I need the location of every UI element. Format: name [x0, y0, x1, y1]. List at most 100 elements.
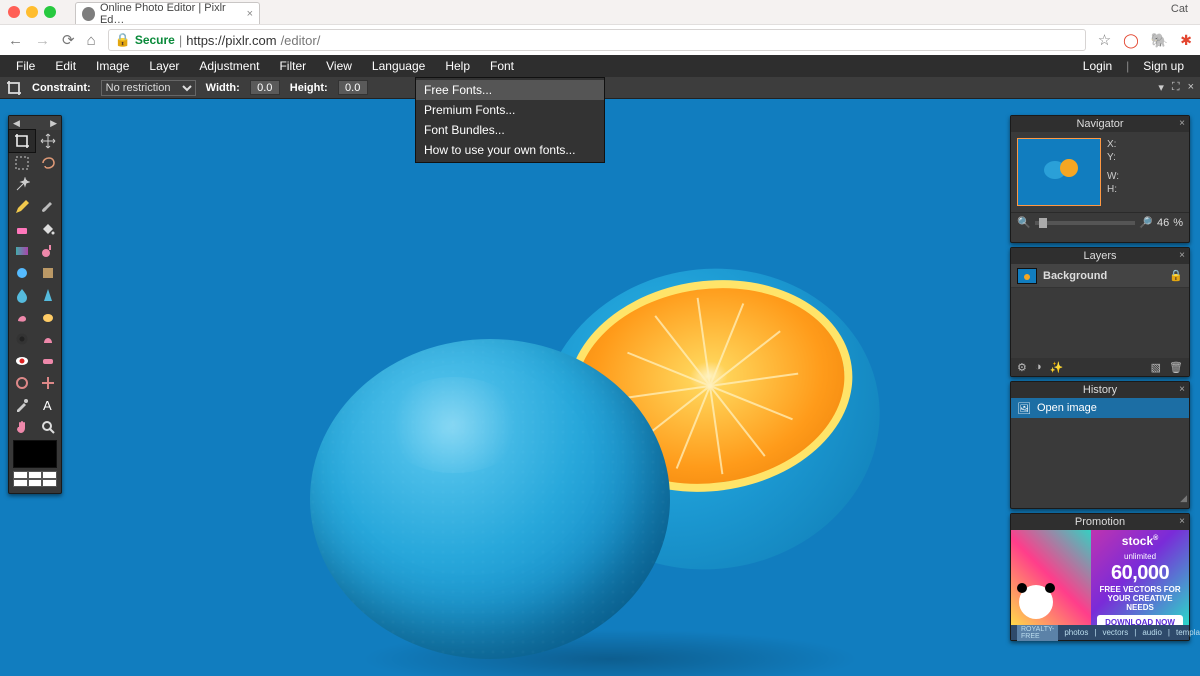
smudge-tool[interactable] — [9, 306, 35, 328]
height-input[interactable] — [338, 80, 368, 95]
ext-icon-2[interactable]: ✱ — [1180, 32, 1192, 49]
signup-link[interactable]: Sign up — [1133, 55, 1194, 77]
promotion-panel: Promotion × stock®unlimited 60,000 FREE V… — [1010, 513, 1190, 641]
bookmark-star-icon[interactable]: ☆ — [1098, 31, 1111, 49]
browser-profile[interactable]: Cat — [1171, 3, 1188, 15]
pencil-tool[interactable] — [9, 196, 35, 218]
layer-row[interactable]: Background 🔒 — [1011, 264, 1189, 288]
menu-layer[interactable]: Layer — [139, 55, 189, 77]
zoom-slider[interactable] — [1035, 221, 1136, 225]
layer-lock-icon[interactable]: 🔒 — [1169, 269, 1183, 282]
layer-new-icon[interactable]: ▧ — [1151, 361, 1161, 374]
layer-delete-icon[interactable]: 🗑 — [1169, 361, 1183, 374]
font-menu-bundles[interactable]: Font Bundles... — [416, 120, 604, 140]
brush-tool[interactable] — [35, 196, 61, 218]
color-swatches[interactable] — [13, 471, 57, 487]
menu-file[interactable]: File — [6, 55, 45, 77]
tab-title: Online Photo Editor | Pixlr Ed… — [100, 2, 242, 26]
bloat-tool[interactable] — [9, 372, 35, 394]
replace-color-tool[interactable] — [9, 262, 35, 284]
move-tool[interactable] — [35, 130, 61, 152]
sponge-tool[interactable] — [35, 306, 61, 328]
reload-icon[interactable]: ⟳ — [62, 31, 75, 49]
menu-filter[interactable]: Filter — [269, 55, 316, 77]
crop-tool[interactable] — [9, 130, 35, 152]
promo-link-templates[interactable]: templates — [1176, 628, 1200, 637]
toolbox-prev-icon[interactable]: ◀ — [13, 118, 20, 129]
layer-settings-icon[interactable]: ⚙ — [1017, 361, 1027, 374]
collapse-down-icon[interactable]: ▾ — [1158, 81, 1164, 94]
font-menu-premium[interactable]: Premium Fonts... — [416, 100, 604, 120]
nav-y-label: Y: — [1107, 151, 1119, 164]
picker-tool[interactable] — [9, 394, 35, 416]
font-dropdown: Free Fonts... Premium Fonts... Font Bund… — [415, 77, 605, 163]
gradient-tool[interactable] — [9, 240, 35, 262]
promo-link-audio[interactable]: audio — [1142, 628, 1162, 637]
browser-tab[interactable]: Online Photo Editor | Pixlr Ed… × — [75, 2, 260, 24]
evernote-icon[interactable]: 🐘 — [1151, 32, 1168, 49]
pinch-tool[interactable] — [35, 372, 61, 394]
history-close-icon[interactable]: × — [1179, 382, 1185, 398]
menu-edit[interactable]: Edit — [45, 55, 86, 77]
sharpen-tool[interactable] — [35, 284, 61, 306]
zoom-in-icon[interactable]: 🔎 — [1139, 216, 1153, 229]
menu-language[interactable]: Language — [362, 55, 435, 77]
close-panels-icon[interactable]: × — [1188, 81, 1194, 94]
navigator-thumbnail[interactable] — [1017, 138, 1101, 206]
wand-tool[interactable] — [9, 174, 35, 196]
spot-heal-tool[interactable] — [35, 350, 61, 372]
zoom-tool[interactable] — [35, 416, 61, 438]
fullscreen-icon[interactable]: ⛶ — [1172, 81, 1180, 94]
promo-link-vectors[interactable]: vectors — [1102, 628, 1128, 637]
layer-mask-icon[interactable]: ◑ — [1035, 361, 1042, 373]
history-item[interactable]: 🖼 Open image — [1011, 398, 1189, 418]
ext-icon-1[interactable]: ◯ — [1123, 32, 1139, 49]
promotion-title: Promotion — [1075, 516, 1125, 528]
layer-styles-icon[interactable]: ✨ — [1050, 361, 1064, 374]
constraint-select[interactable]: No restriction — [101, 80, 196, 96]
draw-tool[interactable] — [35, 262, 61, 284]
lasso-tool[interactable] — [35, 152, 61, 174]
history-title: History — [1083, 384, 1117, 396]
menu-adjustment[interactable]: Adjustment — [189, 55, 269, 77]
burn-tool[interactable] — [35, 328, 61, 350]
navigator-close-icon[interactable]: × — [1179, 116, 1185, 132]
dodge-tool[interactable] — [9, 328, 35, 350]
address-bar[interactable]: 🔒 Secure | https://pixlr.com/editor/ — [108, 29, 1086, 51]
font-menu-free[interactable]: Free Fonts... — [416, 80, 604, 100]
promotion-banner[interactable]: stock®unlimited 60,000 FREE VECTORS FOR … — [1011, 530, 1189, 625]
layers-close-icon[interactable]: × — [1179, 248, 1185, 264]
menu-view[interactable]: View — [316, 55, 362, 77]
window-zoom-icon[interactable] — [44, 6, 56, 18]
tab-close-icon[interactable]: × — [247, 8, 253, 20]
hand-tool[interactable] — [9, 416, 35, 438]
forward-icon[interactable]: → — [35, 32, 50, 49]
clone-tool[interactable] — [35, 240, 61, 262]
font-menu-own[interactable]: How to use your own fonts... — [416, 140, 604, 160]
foreground-color[interactable] — [13, 440, 57, 468]
layer-name: Background — [1043, 270, 1107, 282]
menu-help[interactable]: Help — [435, 55, 480, 77]
bucket-tool[interactable] — [35, 218, 61, 240]
image-content — [300, 229, 910, 676]
toolbox-next-icon[interactable]: ▶ — [50, 118, 57, 129]
menu-font[interactable]: Font — [480, 55, 524, 77]
eraser-tool[interactable] — [9, 218, 35, 240]
marquee-tool[interactable] — [9, 152, 35, 174]
home-icon[interactable]: ⌂ — [87, 32, 96, 49]
promo-link-photos[interactable]: photos — [1064, 628, 1088, 637]
window-close-icon[interactable] — [8, 6, 20, 18]
menu-image[interactable]: Image — [86, 55, 139, 77]
download-now-button[interactable]: DOWNLOAD NOW — [1097, 615, 1183, 625]
type-tool[interactable]: A — [35, 394, 61, 416]
zoom-out-icon[interactable]: 🔍 — [1017, 216, 1031, 229]
layer-thumb-icon — [1017, 268, 1037, 284]
window-minimize-icon[interactable] — [26, 6, 38, 18]
width-input[interactable] — [250, 80, 280, 95]
blur-tool[interactable] — [9, 284, 35, 306]
back-icon[interactable]: ← — [8, 32, 23, 49]
resize-grip-icon[interactable]: ◢ — [1180, 493, 1187, 504]
login-link[interactable]: Login — [1073, 55, 1122, 77]
redeye-tool[interactable] — [9, 350, 35, 372]
promotion-close-icon[interactable]: × — [1179, 514, 1185, 530]
